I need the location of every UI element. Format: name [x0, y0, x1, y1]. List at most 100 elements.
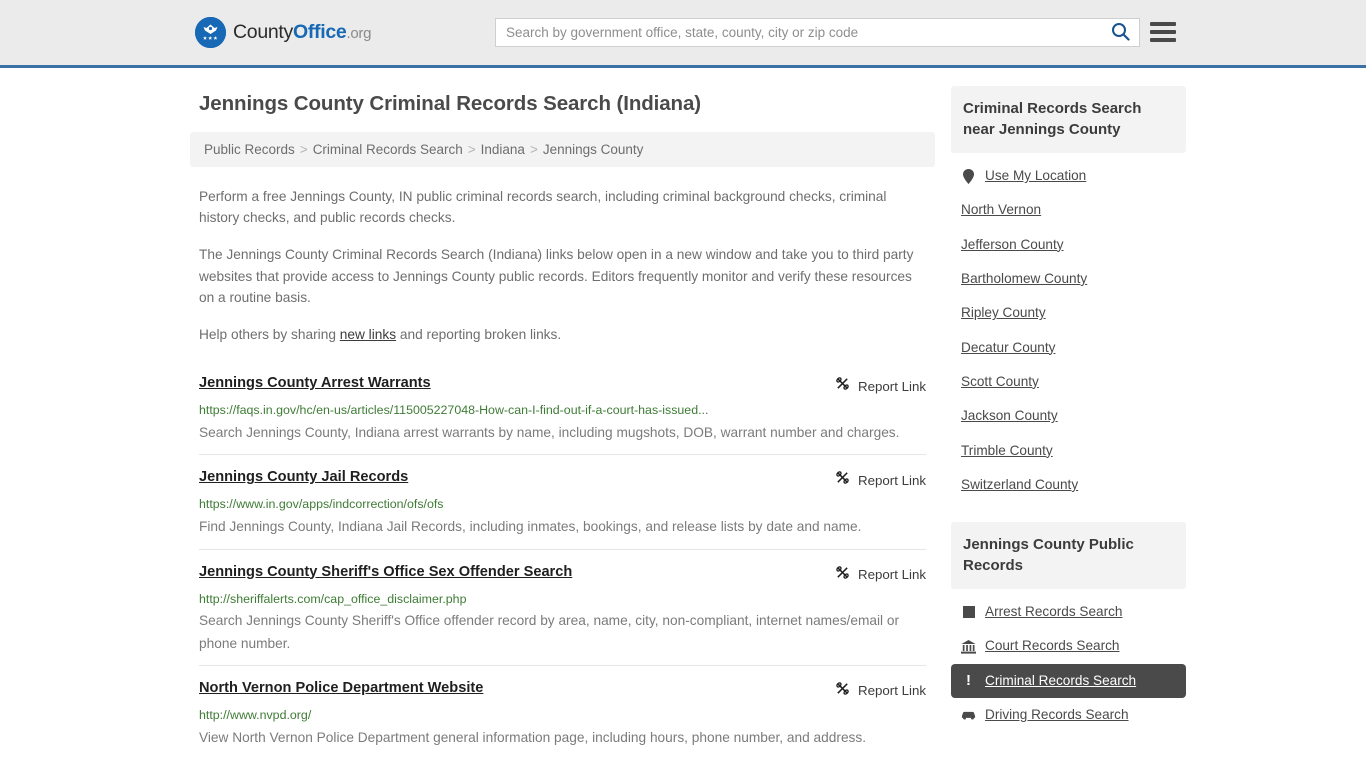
hamburger-menu-icon[interactable] [1150, 19, 1176, 45]
sidebar-item-ripley-county[interactable]: Ripley County [951, 296, 1186, 330]
result-url: http://www.nvpd.org/ [199, 707, 312, 722]
result-header: Jennings County Arrest Warrants Report L… [199, 375, 926, 396]
sidebar-public-records-list: Arrest Records Search Court Records Sear… [951, 589, 1186, 732]
sidebar-item-scott-county[interactable]: Scott County [951, 365, 1186, 399]
search-bar [495, 18, 1140, 47]
sidebar-item-jackson-county[interactable]: Jackson County [951, 399, 1186, 433]
search-icon [1111, 22, 1130, 44]
result-url: https://www.in.gov/apps/indcorrection/of… [199, 497, 444, 512]
logo-text-office: Office [293, 21, 347, 43]
broken-link-icon [835, 681, 850, 701]
sidebar: Criminal Records Search near Jennings Co… [951, 68, 1186, 759]
breadcrumb-separator: > [467, 142, 476, 157]
result-header: North Vernon Police Department Website R… [199, 680, 926, 701]
sidebar-link[interactable]: Bartholomew County [961, 271, 1087, 287]
sidebar-nearby-list: Use My Location North Vernon Jefferson C… [951, 153, 1186, 502]
new-links-link[interactable]: new links [340, 327, 396, 342]
sidebar-item-use-my-location[interactable]: Use My Location [951, 159, 1186, 193]
sidebar-link[interactable]: Ripley County [961, 305, 1046, 321]
result-header: Jennings County Sheriff's Office Sex Off… [199, 564, 926, 585]
sidebar-link[interactable]: Criminal Records Search [985, 673, 1136, 689]
result-header: Jennings County Jail Records Report Link [199, 469, 926, 490]
logo-text: CountyOffice.org [233, 21, 371, 44]
sidebar-item-driving-records-search[interactable]: Driving Records Search [951, 698, 1186, 732]
main-column: Jennings County Criminal Records Search … [190, 68, 935, 759]
result-title-link[interactable]: Jennings County Jail Records [199, 469, 408, 487]
sidebar-item-court-records-search[interactable]: Court Records Search [951, 629, 1186, 663]
report-link-button[interactable]: Report Link [835, 469, 926, 490]
result-description: Search Jennings County Sheriff's Office … [199, 613, 900, 651]
page-body: Jennings County Criminal Records Search … [0, 68, 1366, 759]
sidebar-link[interactable]: Jefferson County [961, 237, 1064, 253]
breadcrumb-separator: > [299, 142, 308, 157]
sidebar-item-arrest-records-search[interactable]: Arrest Records Search [951, 595, 1186, 629]
breadcrumb-item-0[interactable]: Public Records [204, 142, 295, 157]
sidebar-link[interactable]: Trimble County [961, 443, 1053, 459]
sidebar-link[interactable]: Driving Records Search [985, 707, 1129, 723]
logo-text-county: County [233, 21, 293, 43]
intro-paragraph-3: Help others by sharing new links and rep… [199, 324, 926, 345]
search-button[interactable] [1101, 19, 1139, 46]
fingerprint-icon [961, 605, 976, 620]
report-link-button[interactable]: Report Link [835, 680, 926, 701]
eagle-seal-logo-icon [195, 17, 226, 48]
sidebar-link[interactable]: Decatur County [961, 340, 1055, 356]
result-title-link[interactable]: North Vernon Police Department Website [199, 680, 483, 698]
sidebar-item-jefferson-county[interactable]: Jefferson County [951, 228, 1186, 262]
report-link-label: Report Link [858, 378, 926, 394]
sidebar-link[interactable]: Jackson County [961, 408, 1058, 424]
sidebar-public-records-heading: Jennings County Public Records [951, 522, 1186, 590]
results-list: Jennings County Arrest Warrants Report L… [190, 365, 935, 758]
sidebar-link[interactable]: Arrest Records Search [985, 604, 1123, 620]
sidebar-item-decatur-county[interactable]: Decatur County [951, 331, 1186, 365]
car-icon [961, 708, 976, 723]
sidebar-item-trimble-county[interactable]: Trimble County [951, 434, 1186, 468]
sidebar-item-criminal-records-search[interactable]: ! Criminal Records Search [951, 663, 1186, 699]
site-logo[interactable]: CountyOffice.org [195, 17, 371, 49]
result-item: North Vernon Police Department Website R… [199, 664, 926, 759]
result-description: View North Vernon Police Department gene… [199, 729, 867, 745]
page-title: Jennings County Criminal Records Search … [199, 92, 702, 115]
sidebar-link[interactable]: North Vernon [961, 202, 1041, 218]
sidebar-item-bartholomew-county[interactable]: Bartholomew County [951, 262, 1186, 296]
report-link-label: Report Link [858, 567, 926, 583]
map-pin-icon [961, 168, 976, 184]
sidebar-item-north-vernon[interactable]: North Vernon [951, 193, 1186, 227]
result-item: Jennings County Jail Records Report Link… [199, 454, 926, 548]
search-input[interactable] [496, 19, 1101, 46]
report-link-button[interactable]: Report Link [835, 564, 926, 585]
sidebar-link[interactable]: Scott County [961, 374, 1039, 390]
intro-paragraph-2: The Jennings County Criminal Records Sea… [199, 247, 914, 305]
logo-text-org: .org [346, 25, 372, 42]
sidebar-public-records-card: Jennings County Public Records Arrest Re… [951, 522, 1186, 732]
result-item: Jennings County Arrest Warrants Report L… [199, 365, 926, 454]
breadcrumb-item-2[interactable]: Indiana [481, 142, 525, 157]
sidebar-nearby-card: Criminal Records Search near Jennings Co… [951, 86, 1186, 502]
site-header: CountyOffice.org [0, 0, 1366, 68]
sidebar-nearby-heading: Criminal Records Search near Jennings Co… [951, 86, 1186, 153]
sidebar-link[interactable]: Use My Location [985, 168, 1086, 184]
sidebar-link[interactable]: Switzerland County [961, 477, 1078, 493]
result-title-link[interactable]: Jennings County Arrest Warrants [199, 375, 431, 393]
report-link-label: Report Link [858, 472, 926, 488]
broken-link-icon [835, 376, 850, 396]
sidebar-link[interactable]: Court Records Search [985, 638, 1119, 654]
intro-p3-before: Help others by sharing [199, 327, 340, 343]
broken-link-icon [835, 565, 850, 585]
result-title-link[interactable]: Jennings County Sheriff's Office Sex Off… [199, 564, 572, 582]
breadcrumb-item-1[interactable]: Criminal Records Search [313, 142, 463, 157]
report-link-label: Report Link [858, 683, 926, 699]
result-url: http://sheriffalerts.com/cap_office_disc… [199, 591, 467, 606]
result-description: Find Jennings County, Indiana Jail Recor… [199, 519, 862, 535]
breadcrumb-separator: > [529, 142, 538, 157]
exclamation-icon: ! [966, 672, 971, 690]
report-link-button[interactable]: Report Link [835, 375, 926, 396]
sidebar-item-switzerland-county[interactable]: Switzerland County [951, 468, 1186, 502]
breadcrumb-item-3[interactable]: Jennings County [543, 142, 644, 157]
result-item: Jennings County Sheriff's Office Sex Off… [199, 548, 926, 665]
intro-paragraph-1: Perform a free Jennings County, IN publi… [199, 189, 887, 226]
intro-section: Perform a free Jennings County, IN publi… [190, 186, 935, 345]
broken-link-icon [835, 470, 850, 490]
breadcrumb: Public Records > Criminal Records Search > I… [190, 132, 935, 167]
